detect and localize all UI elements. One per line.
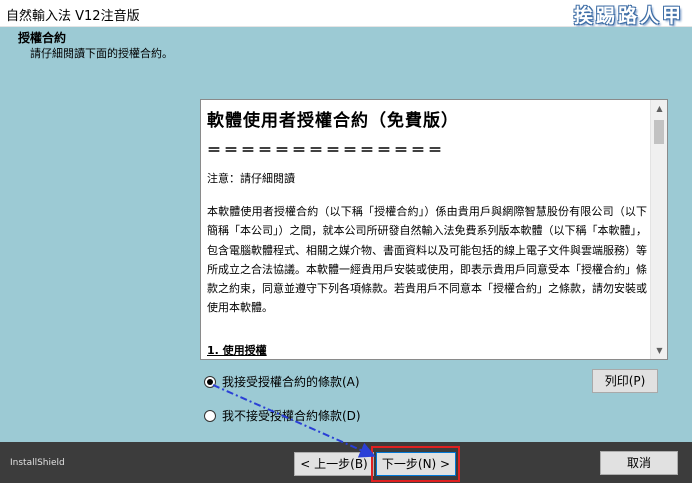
license-note: 注意：請仔細閱讀	[207, 172, 295, 185]
installshield-brand: InstallShield	[10, 458, 65, 468]
license-separator: ＝＝＝＝＝＝＝＝＝＝＝＝＝＝	[207, 143, 445, 159]
radio-selected-icon[interactable]	[204, 376, 216, 388]
license-scrollbar[interactable]: ▲ ▼	[650, 100, 667, 359]
scroll-up-icon[interactable]: ▲	[651, 100, 667, 117]
scroll-down-icon[interactable]: ▼	[651, 342, 667, 359]
print-button[interactable]: 列印(P)	[592, 369, 658, 393]
license-text: 軟體使用者授權合約（免費版） ＝＝＝＝＝＝＝＝＝＝＝＝＝＝ 注意：請仔細閱讀 本…	[207, 100, 647, 318]
window-title: 自然輸入法 V12注音版	[6, 9, 140, 24]
decline-radio-label[interactable]: 我不接受授權合約條款(D)	[222, 407, 361, 425]
license-text-box[interactable]: 軟體使用者授權合約（免費版） ＝＝＝＝＝＝＝＝＝＝＝＝＝＝ 注意：請仔細閱讀 本…	[200, 99, 668, 360]
scroll-thumb[interactable]	[654, 120, 664, 144]
dialog-content: 軟體使用者授權合約（免費版） ＝＝＝＝＝＝＝＝＝＝＝＝＝＝ 注意：請仔細閱讀 本…	[0, 61, 692, 442]
dialog-header: 授權合約 請仔細閱讀下面的授權合約。	[0, 27, 692, 61]
cancel-button[interactable]: 取消	[600, 451, 678, 475]
watermark-logo: 挨踢路人甲	[573, 5, 684, 27]
dialog-footer: InstallShield < 上一步(B) 下一步(N) > 取消	[0, 442, 692, 483]
next-button-highlight	[371, 446, 460, 482]
license-paragraph: 本軟體使用者授權合約（以下稱「授權合約」）係由貴用戶與網際智慧股份有限公司（以下…	[207, 205, 647, 315]
accept-radio-label[interactable]: 我接受授權合約的條款(A)	[222, 373, 360, 391]
header-subtitle: 請仔細閱讀下面的授權合約。	[30, 47, 173, 60]
decline-radio[interactable]: 我不接受授權合約條款(D)	[204, 407, 364, 425]
accept-radio[interactable]: 我接受授權合約的條款(A)	[204, 373, 364, 391]
license-heading: 軟體使用者授權合約（免費版）	[207, 111, 459, 131]
radio-unselected-icon[interactable]	[204, 410, 216, 422]
license-section-title: 1. 使用授權	[207, 344, 267, 357]
title-bar: 自然輸入法 V12注音版 挨踢路人甲	[0, 0, 692, 27]
back-button[interactable]: < 上一步(B)	[294, 452, 374, 476]
header-title: 授權合約	[18, 31, 67, 45]
